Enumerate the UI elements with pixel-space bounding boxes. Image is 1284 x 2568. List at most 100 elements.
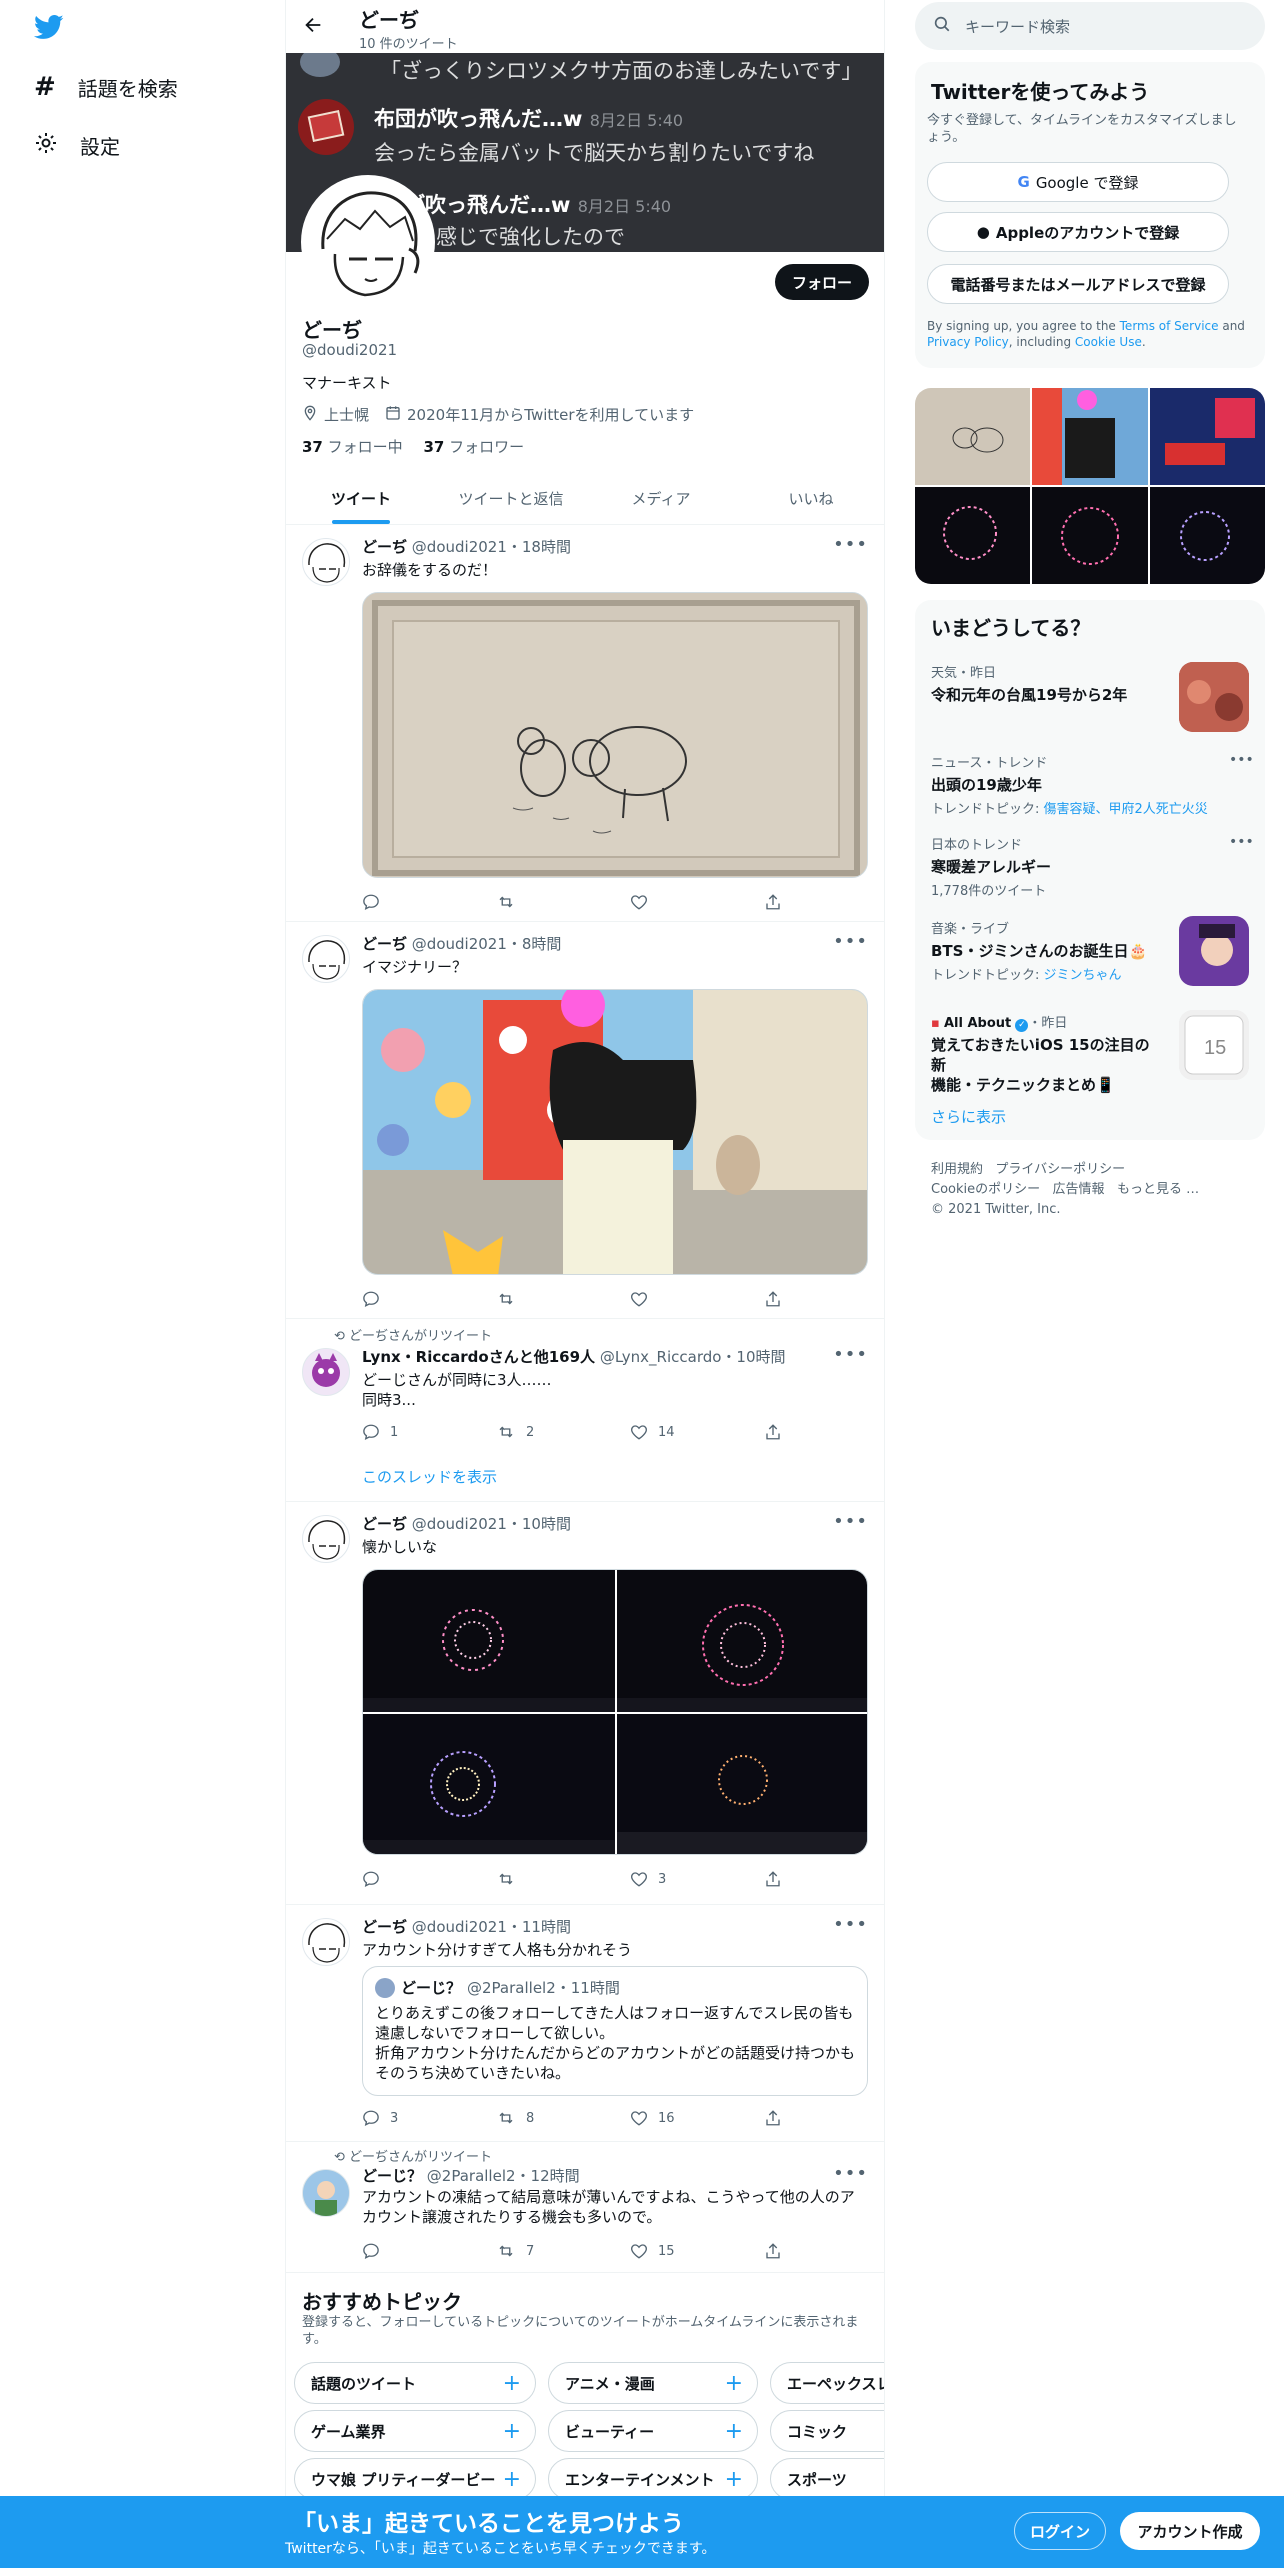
more-icon[interactable]: •••	[1229, 834, 1254, 850]
reply-icon[interactable]	[362, 2241, 496, 2261]
more-icon[interactable]: •••	[833, 1344, 868, 1365]
retweet-icon[interactable]: 8	[496, 2108, 630, 2128]
like-icon[interactable]: 3	[630, 1869, 764, 1889]
tweet-avatar[interactable]	[302, 1918, 350, 1966]
apple-signup-button[interactable]: ● Appleのアカウントで登録	[927, 212, 1229, 252]
google-signup-button[interactable]: G Google で登録	[927, 162, 1229, 202]
tweet-avatar[interactable]	[302, 935, 350, 983]
topic-chip[interactable]: アニメ・漫画 +	[548, 2362, 758, 2404]
privacy-link[interactable]: Privacy Policy	[927, 335, 1009, 349]
retweet-icon[interactable]: 7	[496, 2241, 630, 2261]
back-arrow-icon[interactable]	[302, 14, 324, 40]
follow-button[interactable]: フォロー	[775, 264, 869, 300]
like-icon[interactable]	[630, 892, 764, 912]
retweet-icon[interactable]	[496, 1289, 630, 1309]
footer-privacy[interactable]: プライバシーポリシー	[995, 1162, 1125, 1177]
tweet-photo[interactable]	[362, 989, 868, 1275]
topic-chip[interactable]: スポーツ	[770, 2458, 884, 2500]
topic-chip[interactable]: ゲーム業界 +	[294, 2410, 536, 2452]
tweet-author[interactable]: どーぢ	[362, 1515, 407, 1533]
tweet-avatar[interactable]	[302, 1515, 350, 1563]
media-grid[interactable]	[915, 388, 1265, 584]
tweet-actions: 1 2 14	[362, 1422, 782, 1442]
trends-title: いまどうしてる？	[931, 616, 1091, 640]
tab-tweets[interactable]: ツイート	[286, 472, 436, 524]
profile-avatar[interactable]	[301, 175, 435, 309]
share-icon[interactable]	[764, 2241, 782, 2261]
reply-icon[interactable]: 1	[362, 1422, 496, 1442]
tweet-author[interactable]: Lynx・Riccardoさんと他169人	[362, 1348, 595, 1366]
share-icon[interactable]	[764, 1289, 782, 1309]
like-icon[interactable]	[630, 1289, 764, 1309]
tweet-avatar[interactable]	[302, 538, 350, 586]
more-icon[interactable]: •••	[833, 2163, 868, 2184]
tweet-author[interactable]: どーじ？	[362, 2167, 422, 2185]
reply-icon[interactable]: 3	[362, 2108, 496, 2128]
twitter-logo-icon[interactable]	[33, 12, 64, 46]
tweet[interactable]: どーぢ @doudi2021・10時間 ••• 懐かしいな 3	[286, 1503, 884, 1905]
tos-link[interactable]: Terms of Service	[1120, 319, 1219, 333]
topic-chip[interactable]: 話題のツイート +	[294, 2362, 536, 2404]
tweet-avatar[interactable]	[302, 2169, 350, 2217]
footer-ads[interactable]: 広告情報	[1053, 1182, 1105, 1197]
nav-settings[interactable]: 設定	[0, 117, 120, 173]
reply-icon[interactable]	[362, 892, 496, 912]
like-icon[interactable]: 15	[630, 2241, 764, 2261]
tweet[interactable]: どーぢ @doudi2021・11時間 ••• アカウント分けすぎて人格も分かれ…	[286, 1906, 884, 2142]
more-icon[interactable]: •••	[833, 1511, 868, 1532]
followers-link[interactable]: 37 フォロワー	[423, 438, 524, 456]
topic-chip[interactable]: コミック	[770, 2410, 884, 2452]
tab-media[interactable]: メディア	[586, 472, 736, 524]
nav-explore[interactable]: # 話題を検索	[0, 59, 178, 115]
topic-chip[interactable]: エンターテインメント +	[548, 2458, 758, 2500]
topic-chip[interactable]: エーペックスレ	[770, 2362, 884, 2404]
following-link[interactable]: 37 フォロー中	[302, 438, 403, 456]
footer-more[interactable]: もっと見る …	[1117, 1182, 1199, 1197]
reply-icon[interactable]	[362, 1289, 496, 1309]
topic-chip[interactable]: ビューティー +	[548, 2410, 758, 2452]
tweet-author[interactable]: どーぢ	[362, 935, 407, 953]
share-icon[interactable]	[764, 1422, 782, 1442]
phone-signup-button[interactable]: 電話番号またはメールアドレスで登録	[927, 264, 1229, 304]
trend-item[interactable]: 日本のトレンド 寒暖差アレルギー 1,778件のツイート	[931, 834, 1251, 899]
trend-topic[interactable]: 傷害容疑、甲府2人死亡火災	[1044, 802, 1208, 817]
more-icon[interactable]: •••	[833, 534, 868, 555]
more-icon[interactable]: •••	[1229, 752, 1254, 768]
search-box[interactable]: キーワード検索	[915, 2, 1265, 50]
more-icon[interactable]: •••	[833, 1914, 868, 1935]
share-icon[interactable]	[764, 1869, 782, 1889]
retweet-icon[interactable]: 2	[496, 1422, 630, 1442]
footer-cookie[interactable]: Cookieのポリシー	[931, 1182, 1040, 1197]
reply-icon[interactable]	[362, 1869, 496, 1889]
retweet-context: ⟲ どーぢさんがリツイート	[334, 2146, 492, 2165]
tweet-actions: 7 15	[362, 2241, 782, 2261]
share-icon[interactable]	[764, 2108, 782, 2128]
tweet[interactable]: ⟲ どーぢさんがリツイート どーじ？ @2Parallel2・12時間 ••• …	[286, 2143, 884, 2273]
tab-likes[interactable]: いいね	[736, 472, 884, 524]
show-thread-link[interactable]: このスレッドを表示	[362, 1466, 497, 1487]
footer-tos[interactable]: 利用規約	[931, 1162, 983, 1177]
tweet-avatar[interactable]	[302, 1348, 350, 1396]
login-button[interactable]: ログイン	[1014, 2512, 1106, 2550]
retweet-icon[interactable]	[496, 1869, 630, 1889]
tab-tweets-replies[interactable]: ツイートと返信	[436, 472, 586, 524]
more-icon[interactable]: •••	[833, 931, 868, 952]
quoted-tweet[interactable]: どーじ？ @2Parallel2・11時間 とりあえずこの後フォローしてきた人は…	[362, 1966, 868, 2096]
show-more-link[interactable]: さらに表示	[931, 1106, 1006, 1127]
tweet-author[interactable]: どーぢ	[362, 538, 407, 556]
like-icon[interactable]: 16	[630, 2108, 764, 2128]
tweet-photo[interactable]	[362, 592, 868, 878]
create-account-button[interactable]: アカウント作成	[1120, 2512, 1260, 2550]
like-icon[interactable]: 14	[630, 1422, 764, 1442]
tweet[interactable]: どーぢ @doudi2021・8時間 ••• イマジナリー？	[286, 923, 884, 1319]
topic-chip[interactable]: ウマ娘 プリティーダービー +	[294, 2458, 536, 2500]
tweet[interactable]: どーぢ @doudi2021・18時間 ••• お辞儀をするのだ！	[286, 526, 884, 922]
tweet-author[interactable]: どーぢ	[362, 1918, 407, 1936]
cookie-link[interactable]: Cookie Use	[1075, 335, 1142, 349]
trend-item[interactable]: ニュース・トレンド 出頭の19歳少年 トレンドトピック: 傷害容疑、甲府2人死亡…	[931, 752, 1251, 817]
tweet[interactable]: ⟲ どーぢさんがリツイート Lynx・Riccardoさんと他169人 @Lyn…	[286, 1320, 884, 1502]
retweet-icon[interactable]	[496, 892, 630, 912]
tweet-meta: @2Parallel2・12時間	[426, 2167, 580, 2185]
share-icon[interactable]	[764, 892, 782, 912]
trend-topic[interactable]: ジミンちゃん	[1044, 968, 1122, 983]
